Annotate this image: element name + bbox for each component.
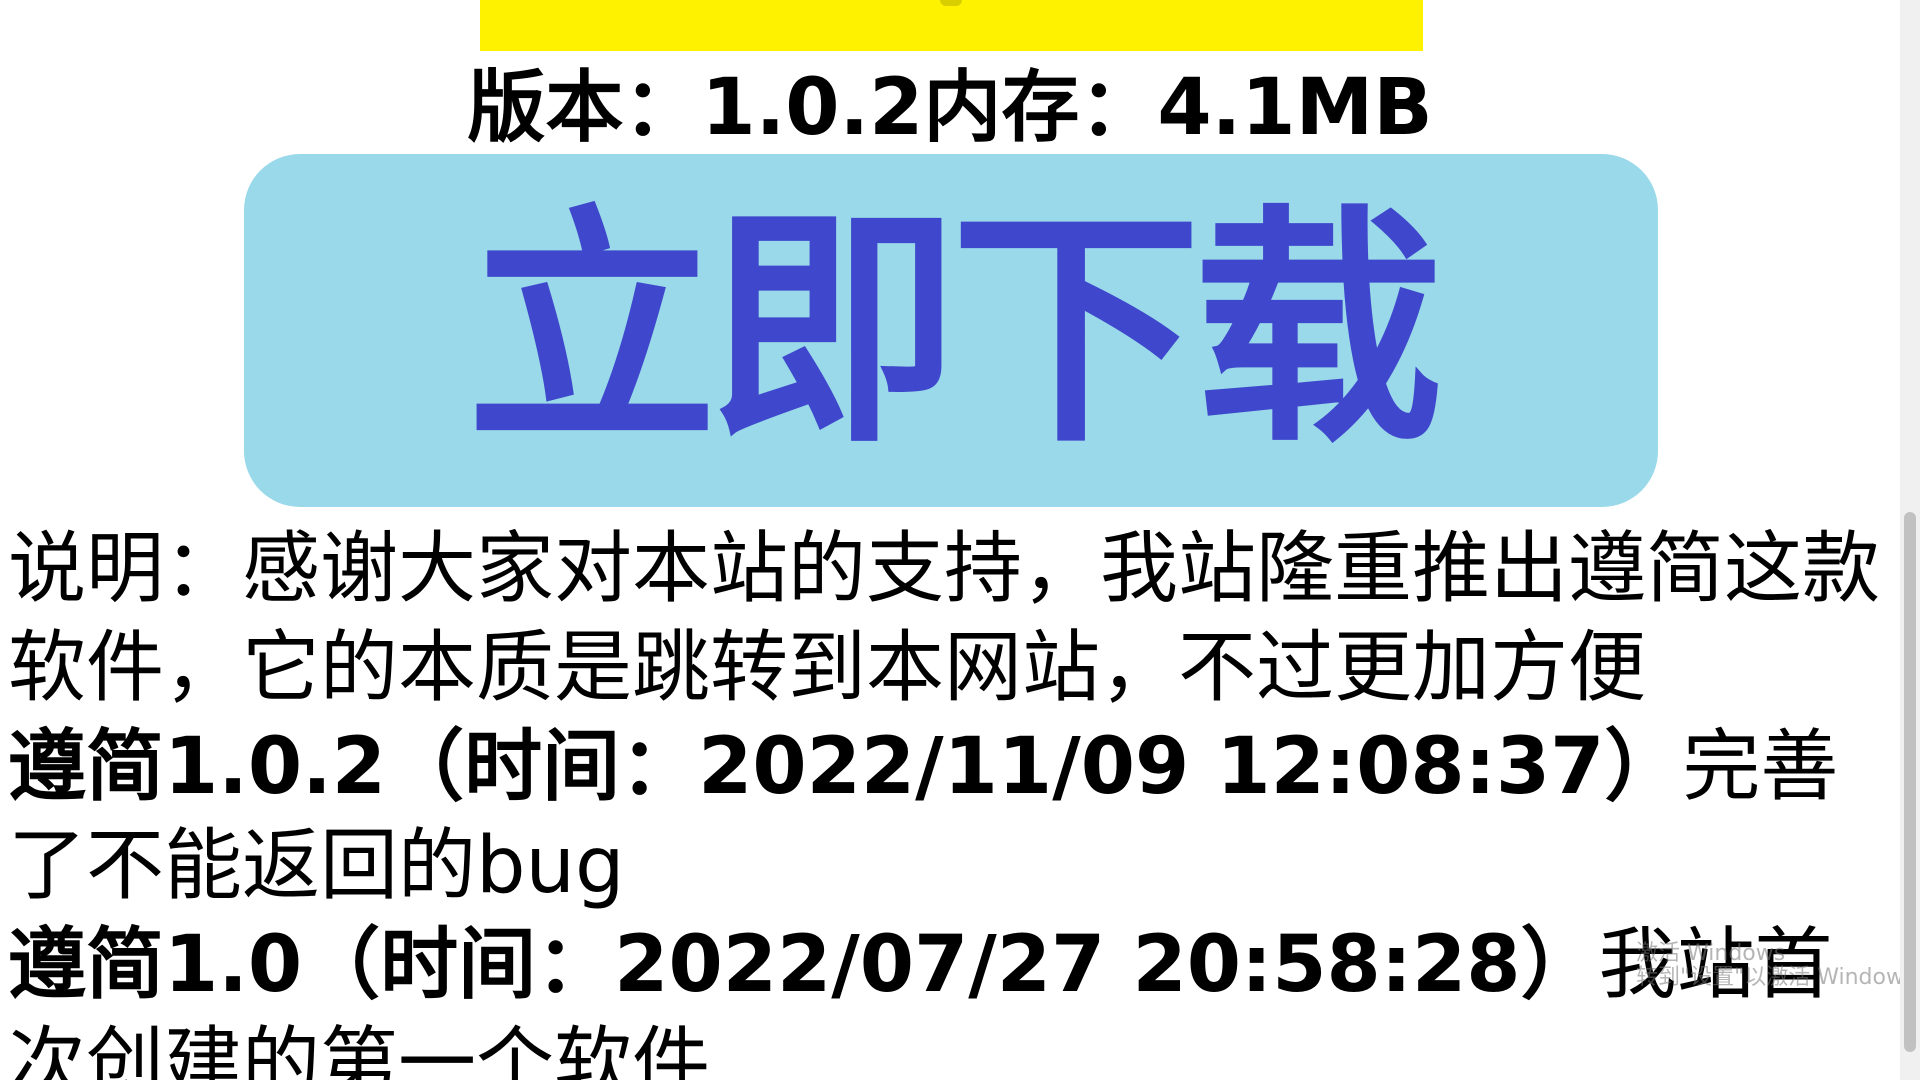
description-intro: 说明：感谢大家对本站的支持，我站隆重推出遵简这款软件，它的本质是跳转到本网站，不…: [8, 524, 1881, 713]
changelog-entry-1-title: 遵简1.0.2（时间：2022/11/09 12:08:37）: [8, 722, 1683, 812]
description-block: 说明：感谢大家对本站的支持，我站隆重推出遵简这款软件，它的本质是跳转到本网站，不…: [8, 520, 1890, 1080]
main-content: 版本：1.0.2内存：4.1MB 立即下载 说明：感谢大家对本站的支持，我站隆重…: [0, 0, 1900, 1080]
version-info: 版本：1.0.2内存：4.1MB: [467, 63, 1433, 153]
watermark-line-1: 激活 Windows: [1636, 941, 1786, 966]
download-button-label: 立即下载: [467, 184, 1443, 476]
windows-activation-watermark: 激活 Windows 转到"设置"以激活 Windows。: [1636, 941, 1900, 990]
watermark-line-2: 转到"设置"以激活 Windows。: [1636, 965, 1900, 990]
download-button[interactable]: 立即下载: [244, 154, 1658, 507]
yellow-banner-image: [480, 0, 1423, 51]
changelog-entry-2: 遵简1.0（时间：2022/07/27 20:58:28）我站首次创建的第一个软…: [8, 916, 1890, 1080]
scrollbar-thumb[interactable]: [1904, 512, 1916, 1052]
vertical-scrollbar[interactable]: [1900, 0, 1920, 1080]
changelog-entry-2-title: 遵简1.0（时间：2022/07/27 20:58:28）: [8, 920, 1599, 1010]
page: 版本：1.0.2内存：4.1MB 立即下载 说明：感谢大家对本站的支持，我站隆重…: [0, 0, 1920, 1080]
banner-decoration: [940, 0, 962, 6]
changelog-entry-1: 遵简1.0.2（时间：2022/11/09 12:08:37）完善了不能返回的b…: [8, 718, 1890, 916]
